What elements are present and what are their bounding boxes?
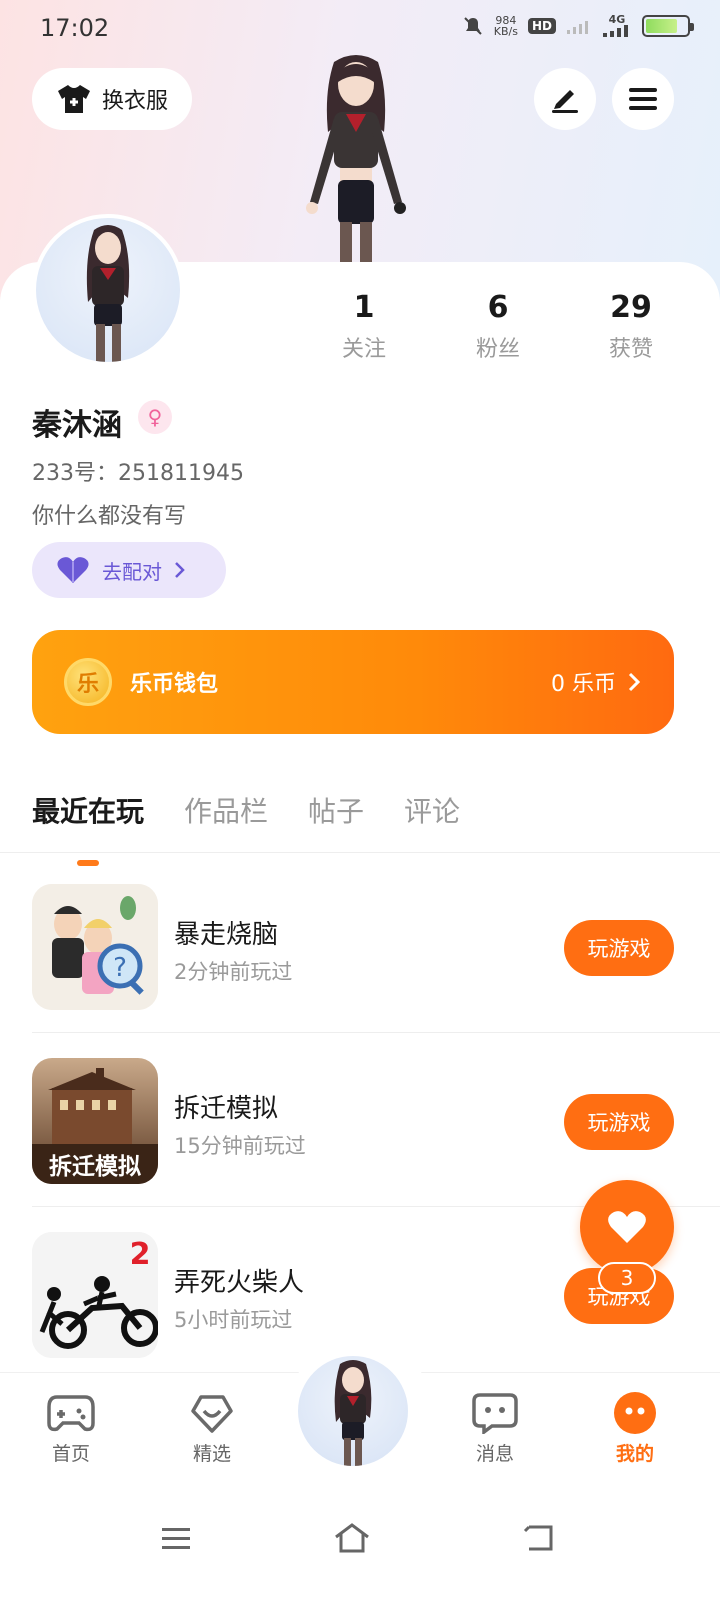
wallet-amount: 0 乐币 (551, 666, 640, 698)
stat-fans[interactable]: 6 粉丝 (438, 290, 558, 363)
tab-divider (0, 852, 720, 853)
game-1-art: ? (32, 884, 158, 1010)
chevron-right-icon (175, 562, 185, 578)
pen-icon (552, 90, 578, 113)
shirt-icon (57, 85, 90, 113)
gamepad-icon (47, 1395, 95, 1432)
game-list-item[interactable]: 2 弄死火柴人 5小时前玩过 玩游戏 (32, 1232, 674, 1358)
signal-strong-icon (603, 25, 628, 37)
svg-text:?: ? (113, 953, 127, 983)
game-thumbnail: ? (32, 884, 158, 1010)
game-name: 弄死火柴人 (174, 1268, 305, 1298)
match-label: 去配对 (102, 559, 162, 584)
game-name: 暴走烧脑 (174, 920, 279, 950)
nav-messages[interactable]: 消息 (450, 1391, 540, 1466)
tab-posts[interactable]: 帖子 (308, 790, 364, 830)
game-name: 拆迁模拟 (174, 1094, 279, 1124)
battery-icon (642, 14, 694, 37)
avatar-image (86, 225, 130, 362)
avatar-3d-figure[interactable] (276, 52, 436, 267)
profile-stats: 1 关注 6 粉丝 29 获赞 (300, 290, 690, 370)
heart-diamond-icon (191, 1395, 233, 1433)
mute-bell-icon (464, 16, 482, 35)
home-icon (335, 1523, 369, 1553)
net-speed: 984 KB/s (493, 13, 518, 38)
tab-comments[interactable]: 评论 (404, 790, 460, 830)
center-avatar-button[interactable] (298, 1356, 408, 1466)
hd-badge: HD (527, 17, 556, 34)
tab-works[interactable]: 作品栏 (184, 790, 268, 830)
heart-icon (57, 557, 89, 583)
female-gender-icon: ♀ (138, 400, 172, 434)
username: 秦沐涵 (32, 408, 122, 443)
nav-featured[interactable]: 精选 (167, 1391, 257, 1466)
heart-icon (608, 1211, 646, 1243)
nav-me[interactable]: 我的 (590, 1391, 680, 1466)
stat-likes[interactable]: 29 获赞 (571, 290, 691, 363)
game-thumbnail: 拆迁模拟 (32, 1058, 158, 1184)
game-last-played: 2分钟前玩过 (174, 960, 293, 984)
status-bar: 17:02 984 KB/s HD 4G (0, 0, 720, 56)
change-outfit-label: 换衣服 (101, 89, 168, 114)
game-last-played: 5小时前玩过 (174, 1308, 293, 1332)
play-game-button[interactable]: 玩游戏 (564, 1094, 674, 1150)
game-list-item[interactable]: ? 暴走烧脑 2分钟前玩过 玩游戏 (32, 884, 674, 1010)
change-outfit-button[interactable]: 换衣服 (32, 68, 192, 130)
nav-home[interactable]: 首页 (26, 1391, 116, 1466)
tab-recently-played[interactable]: 最近在玩 (32, 790, 144, 830)
system-nav-bar (0, 1484, 720, 1600)
match-button[interactable]: 去配对 (32, 542, 226, 598)
user-bio: 你什么都没有写 (32, 504, 187, 529)
wallet-title: 乐币钱包 (130, 672, 219, 697)
game-last-played: 15分钟前玩过 (174, 1134, 306, 1158)
game-thumbnail: 2 (32, 1232, 158, 1358)
profile-avatar[interactable] (32, 214, 184, 366)
menu-lines-icon (162, 1528, 190, 1549)
hamburger-menu-icon (629, 88, 657, 110)
game-list-item[interactable]: 拆迁模拟 拆迁模拟 15分钟前玩过 玩游戏 (32, 1058, 674, 1184)
status-time: 17:02 (40, 14, 110, 42)
row-divider (32, 1032, 720, 1033)
game-2-art: 拆迁模拟 (32, 1058, 158, 1184)
game-3-art: 2 (32, 1232, 158, 1358)
profile-face-icon (614, 1392, 656, 1434)
home-button[interactable] (322, 1508, 382, 1568)
profile-tabs: 最近在玩 作品栏 帖子 评论 (32, 790, 460, 830)
menu-button[interactable] (612, 68, 674, 130)
chat-bubble-icon (472, 1393, 518, 1434)
game-3-thumb-badge: 2 (130, 1237, 151, 1272)
chevron-right-icon (628, 672, 640, 692)
fab-count-badge: 3 (598, 1262, 656, 1294)
avatar-image (334, 1360, 372, 1466)
back-icon (523, 1525, 553, 1551)
coin-icon: 乐 (64, 658, 112, 706)
signal-weak-icon (567, 20, 588, 34)
back-button[interactable] (508, 1508, 568, 1568)
game-2-thumb-text: 拆迁模拟 (49, 1154, 141, 1180)
stat-following[interactable]: 1 关注 (304, 290, 424, 363)
play-game-button[interactable]: 玩游戏 (564, 920, 674, 976)
favorite-fab[interactable] (580, 1180, 674, 1274)
wallet-card[interactable]: 乐 乐币钱包 0 乐币 (32, 630, 674, 734)
edit-profile-button[interactable] (534, 68, 596, 130)
signal-4g: 4G (602, 14, 632, 37)
recent-apps-button[interactable] (146, 1508, 206, 1568)
user-id: 233号：251811945 (32, 461, 244, 486)
